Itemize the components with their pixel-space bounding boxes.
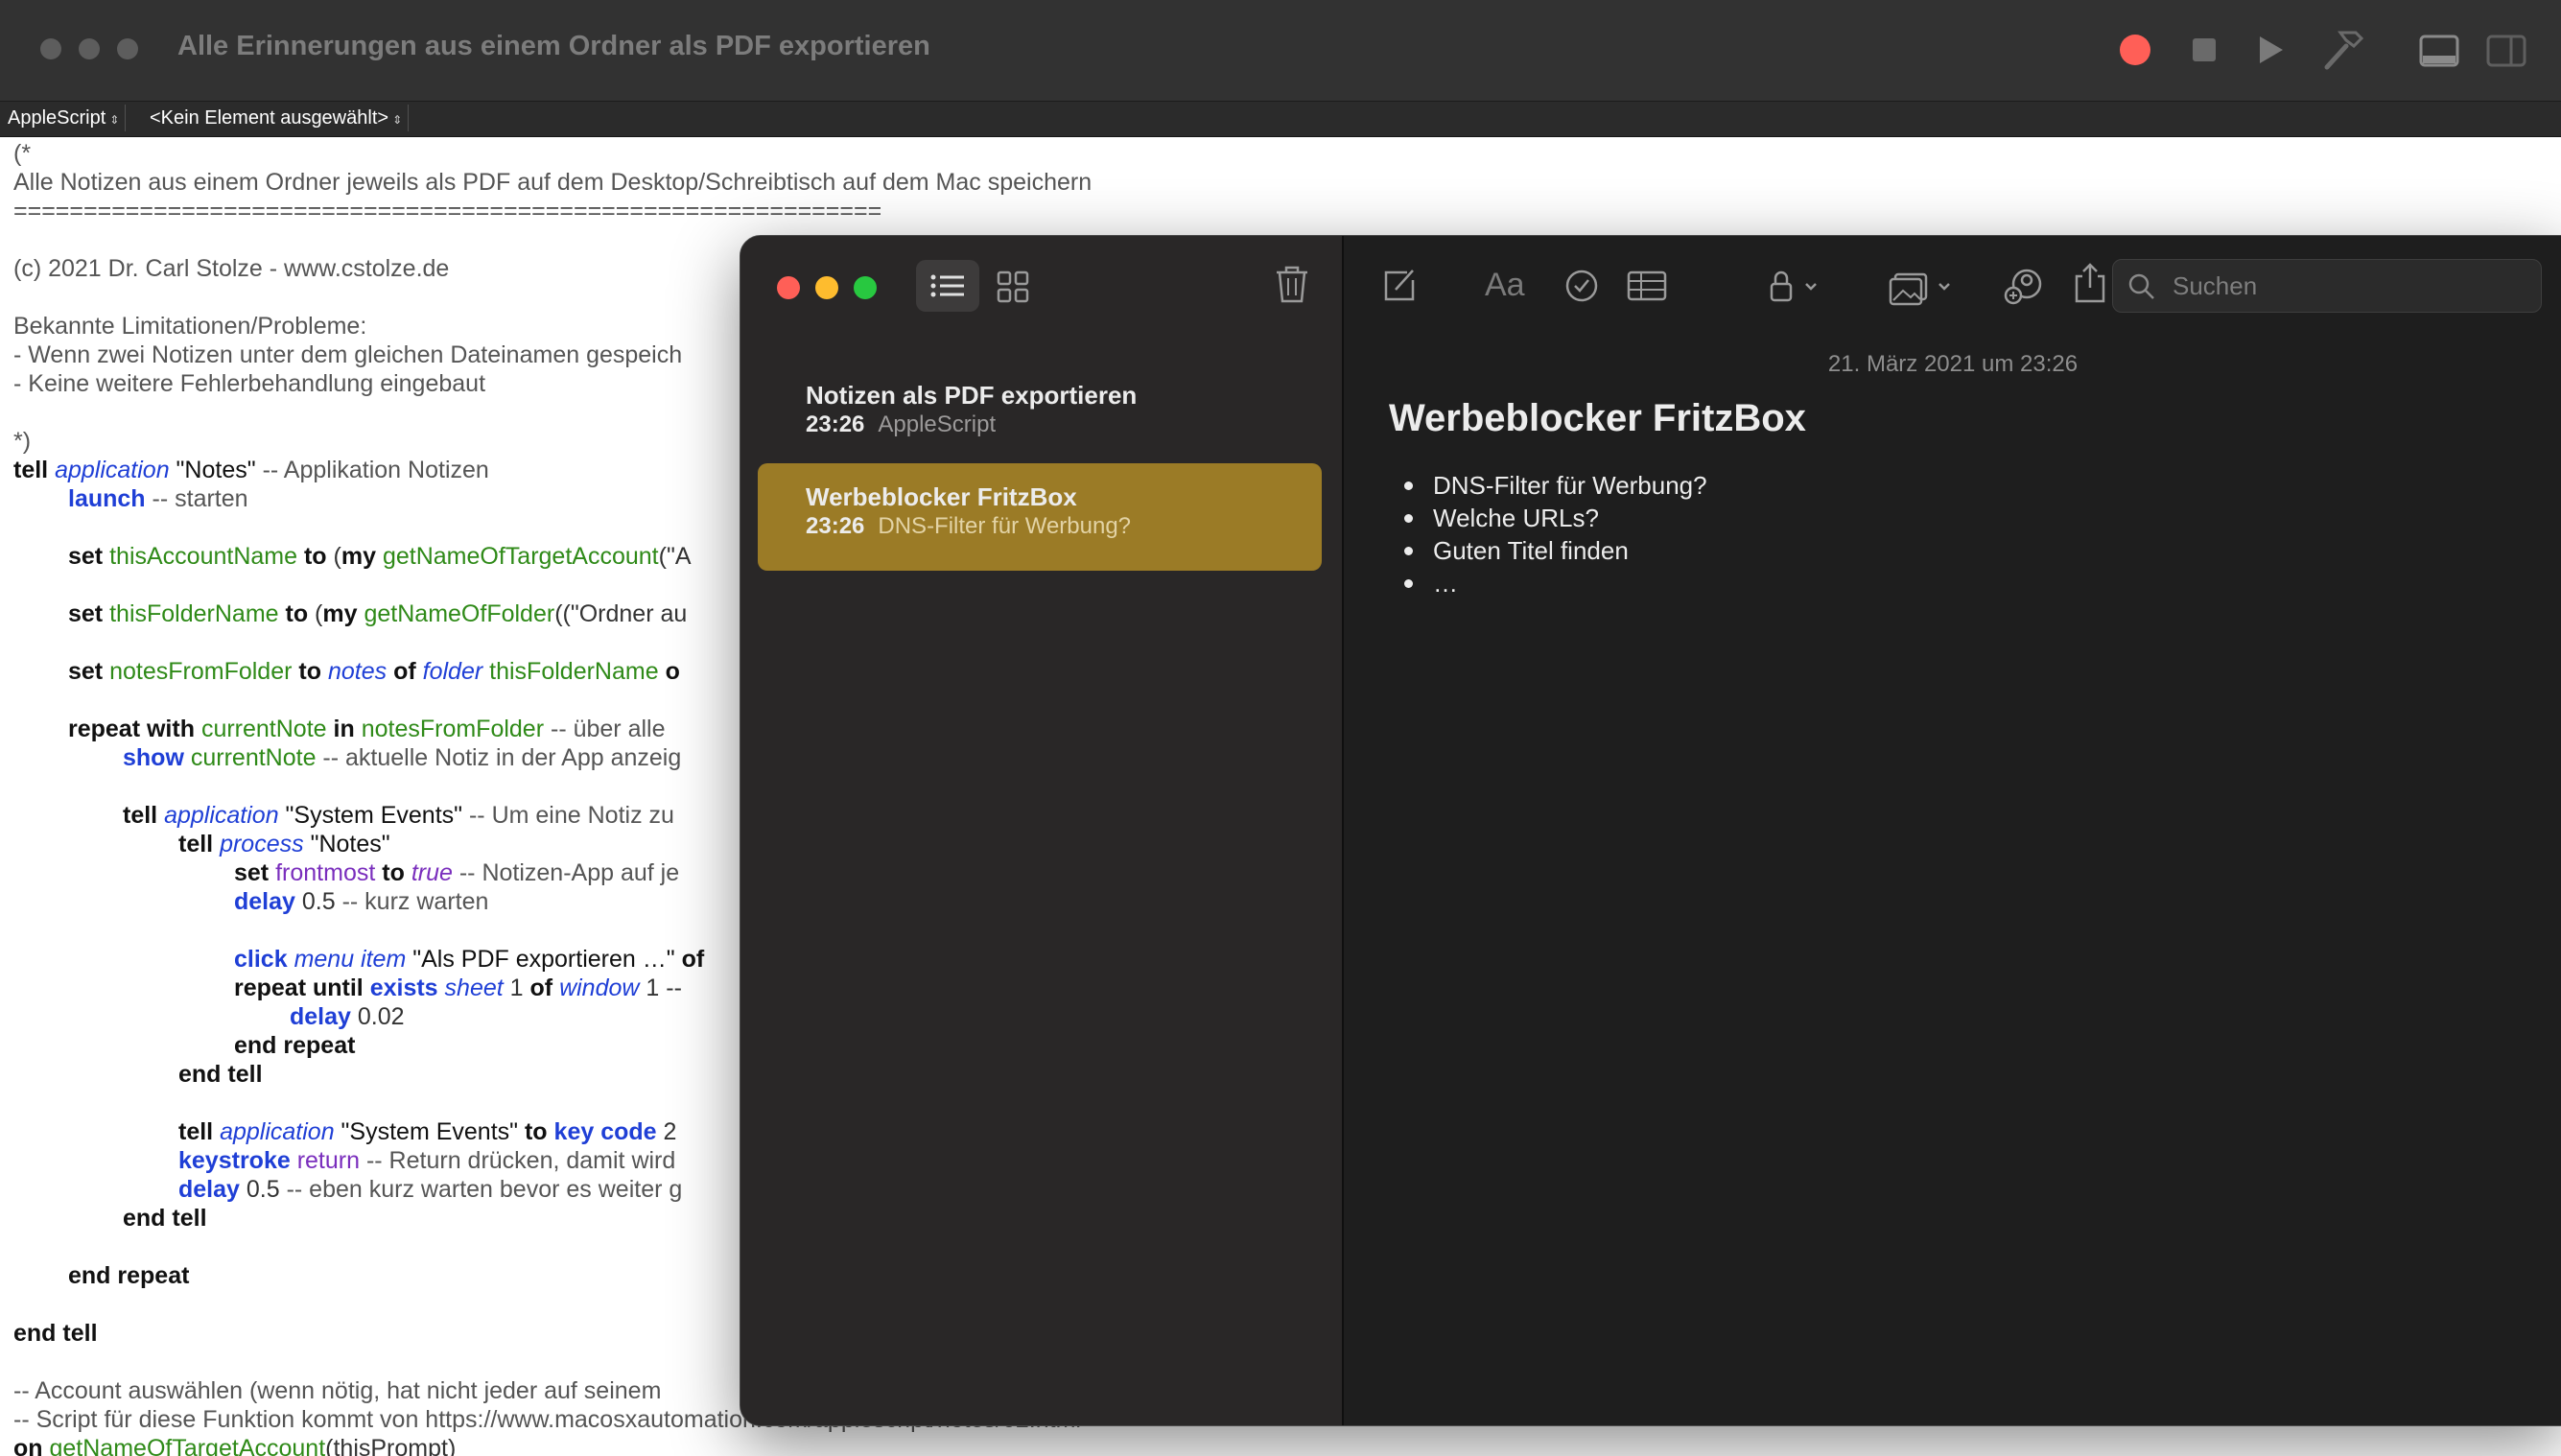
code-line: end repeat xyxy=(234,1032,356,1059)
code-line: delay 0.5 -- kurz warten xyxy=(234,888,489,915)
share-icon[interactable] xyxy=(2069,261,2111,307)
note-list-item[interactable]: Notizen als PDF exportieren 23:26 AppleSc… xyxy=(758,362,1322,469)
compile-hammer-icon[interactable] xyxy=(2321,27,2369,75)
window-title: Alle Erinnerungen aus einem Ordner als P… xyxy=(177,31,930,61)
code-line: end tell xyxy=(123,1205,207,1232)
navigation-bar: AppleScript ⇕ <Kein Element ausgewählt> ⇕ xyxy=(0,102,2561,137)
code-line: Alle Notizen aus einem Ordner jeweils al… xyxy=(13,169,1093,196)
bullet-item[interactable]: Welche URLs? xyxy=(1389,502,1707,534)
note-list-item-selected[interactable]: Werbeblocker FritzBox 23:26 DNS-Filter fü… xyxy=(758,463,1322,571)
code-line: - Wenn zwei Notizen unter dem gleichen D… xyxy=(13,341,683,368)
table-icon[interactable] xyxy=(1624,265,1670,307)
code-line: set frontmost to true -- Notizen-App auf… xyxy=(234,859,680,886)
code-line: click menu item "Als PDF exportieren …" … xyxy=(234,946,705,973)
search-icon xyxy=(2128,273,2154,299)
format-button[interactable]: Aa xyxy=(1485,267,1525,304)
language-popup[interactable]: AppleScript ⇕ xyxy=(2,105,127,131)
zoom-button[interactable] xyxy=(854,276,877,299)
element-popup-label: <Kein Element ausgewählt> xyxy=(150,107,389,129)
trash-icon[interactable] xyxy=(1271,263,1313,307)
bullet-item[interactable]: DNS-Filter für Werbung? xyxy=(1389,469,1707,502)
code-line: set thisAccountName to (my getNameOfTarg… xyxy=(68,543,692,570)
note-meta: 23:26 DNS-Filter für Werbung? xyxy=(806,513,1131,540)
zoom-button[interactable] xyxy=(117,38,138,59)
code-line: launch -- starten xyxy=(68,485,248,512)
popup-arrows-icon: ⇕ xyxy=(392,113,403,127)
code-line: *) xyxy=(13,428,32,455)
list-view-icon xyxy=(930,274,964,297)
code-line: repeat with currentNote in notesFromFold… xyxy=(68,716,666,742)
new-note-icon[interactable] xyxy=(1378,265,1421,307)
note-date: 21. März 2021 um 23:26 xyxy=(1827,351,2079,377)
note-title: Werbeblocker FritzBox xyxy=(806,482,1077,511)
code-line: tell application "System Events" -- Um e… xyxy=(123,802,674,829)
code-line: (c) 2021 Dr. Carl Stolze - www.cstolze.d… xyxy=(13,255,450,282)
editor-toolbar: Aa xyxy=(1344,236,2561,334)
code-line: end tell xyxy=(178,1061,263,1088)
code-line: on getNameOfTargetAccount(thisPrompt) xyxy=(13,1435,457,1456)
note-title: Notizen als PDF exportieren xyxy=(806,381,1138,410)
code-line: tell application "Notes" -- Applikation … xyxy=(13,457,489,483)
notes-window: Notizen als PDF exportieren 23:26 AppleSc… xyxy=(740,235,2561,1426)
note-editor: Aa Suchen 21. März 2021 um 23:26 Werbebl… xyxy=(1344,236,2561,1425)
show-log-icon[interactable] xyxy=(2417,27,2465,75)
close-button[interactable] xyxy=(777,276,800,299)
code-line: set thisFolderName to (my getNameOfFolde… xyxy=(68,600,688,627)
gallery-view-icon[interactable] xyxy=(993,265,1035,307)
run-icon[interactable] xyxy=(2254,27,2302,75)
code-line: end repeat xyxy=(68,1262,190,1289)
code-line: Bekannte Limitationen/Probleme: xyxy=(13,313,367,340)
code-line: tell application "System Events" to key … xyxy=(178,1118,677,1145)
minimize-button[interactable] xyxy=(815,276,838,299)
note-preview: DNS-Filter für Werbung? xyxy=(878,513,1132,539)
code-line: (* xyxy=(13,140,32,167)
search-field[interactable] xyxy=(2112,259,2542,313)
note-preview: AppleScript xyxy=(878,411,997,437)
code-line: ========================================… xyxy=(13,198,882,224)
code-line: tell process "Notes" xyxy=(178,831,390,857)
code-line: -- Account auswählen (wenn nötig, hat ni… xyxy=(13,1377,662,1404)
code-line: show currentNote -- aktuelle Notiz in de… xyxy=(123,744,682,771)
bullet-item[interactable]: Guten Titel finden xyxy=(1389,534,1707,567)
show-sidebar-icon[interactable] xyxy=(2484,27,2532,75)
code-line: end tell xyxy=(13,1320,98,1347)
script-editor-titlebar: Alle Erinnerungen aus einem Ordner als P… xyxy=(0,0,2561,102)
note-body[interactable]: DNS-Filter für Werbung? Welche URLs? Gut… xyxy=(1389,469,1707,599)
search-input[interactable] xyxy=(2171,268,2529,304)
code-line: set notesFromFolder to notes of folder t… xyxy=(68,658,680,685)
lock-icon[interactable] xyxy=(1766,265,1833,307)
list-view-button[interactable] xyxy=(916,260,979,312)
minimize-button[interactable] xyxy=(79,38,100,59)
stop-icon[interactable] xyxy=(2189,27,2237,75)
code-line: - Keine weitere Fehlerbehandlung eingeba… xyxy=(13,370,486,397)
note-time: 23:26 xyxy=(806,513,865,539)
close-button[interactable] xyxy=(40,38,61,59)
notes-sidebar: Notizen als PDF exportieren 23:26 AppleSc… xyxy=(740,236,1344,1425)
code-line: repeat until exists sheet 1 of window 1 … xyxy=(234,975,682,1001)
code-line: keystroke return -- Return drücken, dami… xyxy=(178,1147,676,1174)
element-popup[interactable]: <Kein Element ausgewählt> ⇕ xyxy=(144,105,410,131)
record-icon[interactable] xyxy=(2118,27,2166,75)
code-line: delay 0.5 -- eben kurz warten bevor es w… xyxy=(178,1176,683,1203)
popup-arrows-icon: ⇕ xyxy=(109,113,120,127)
note-time: 23:26 xyxy=(806,411,865,437)
collaborate-icon[interactable] xyxy=(2002,263,2048,309)
media-icon[interactable] xyxy=(1886,265,1962,307)
code-line: delay 0.02 xyxy=(290,1003,405,1030)
sidebar-toolbar xyxy=(740,236,1342,334)
bullet-item[interactable]: … xyxy=(1389,567,1707,599)
language-popup-label: AppleScript xyxy=(8,107,106,129)
note-meta: 23:26 AppleScript xyxy=(806,411,996,438)
checklist-icon[interactable] xyxy=(1561,265,1603,307)
note-heading[interactable]: Werbeblocker FritzBox xyxy=(1389,397,1806,440)
